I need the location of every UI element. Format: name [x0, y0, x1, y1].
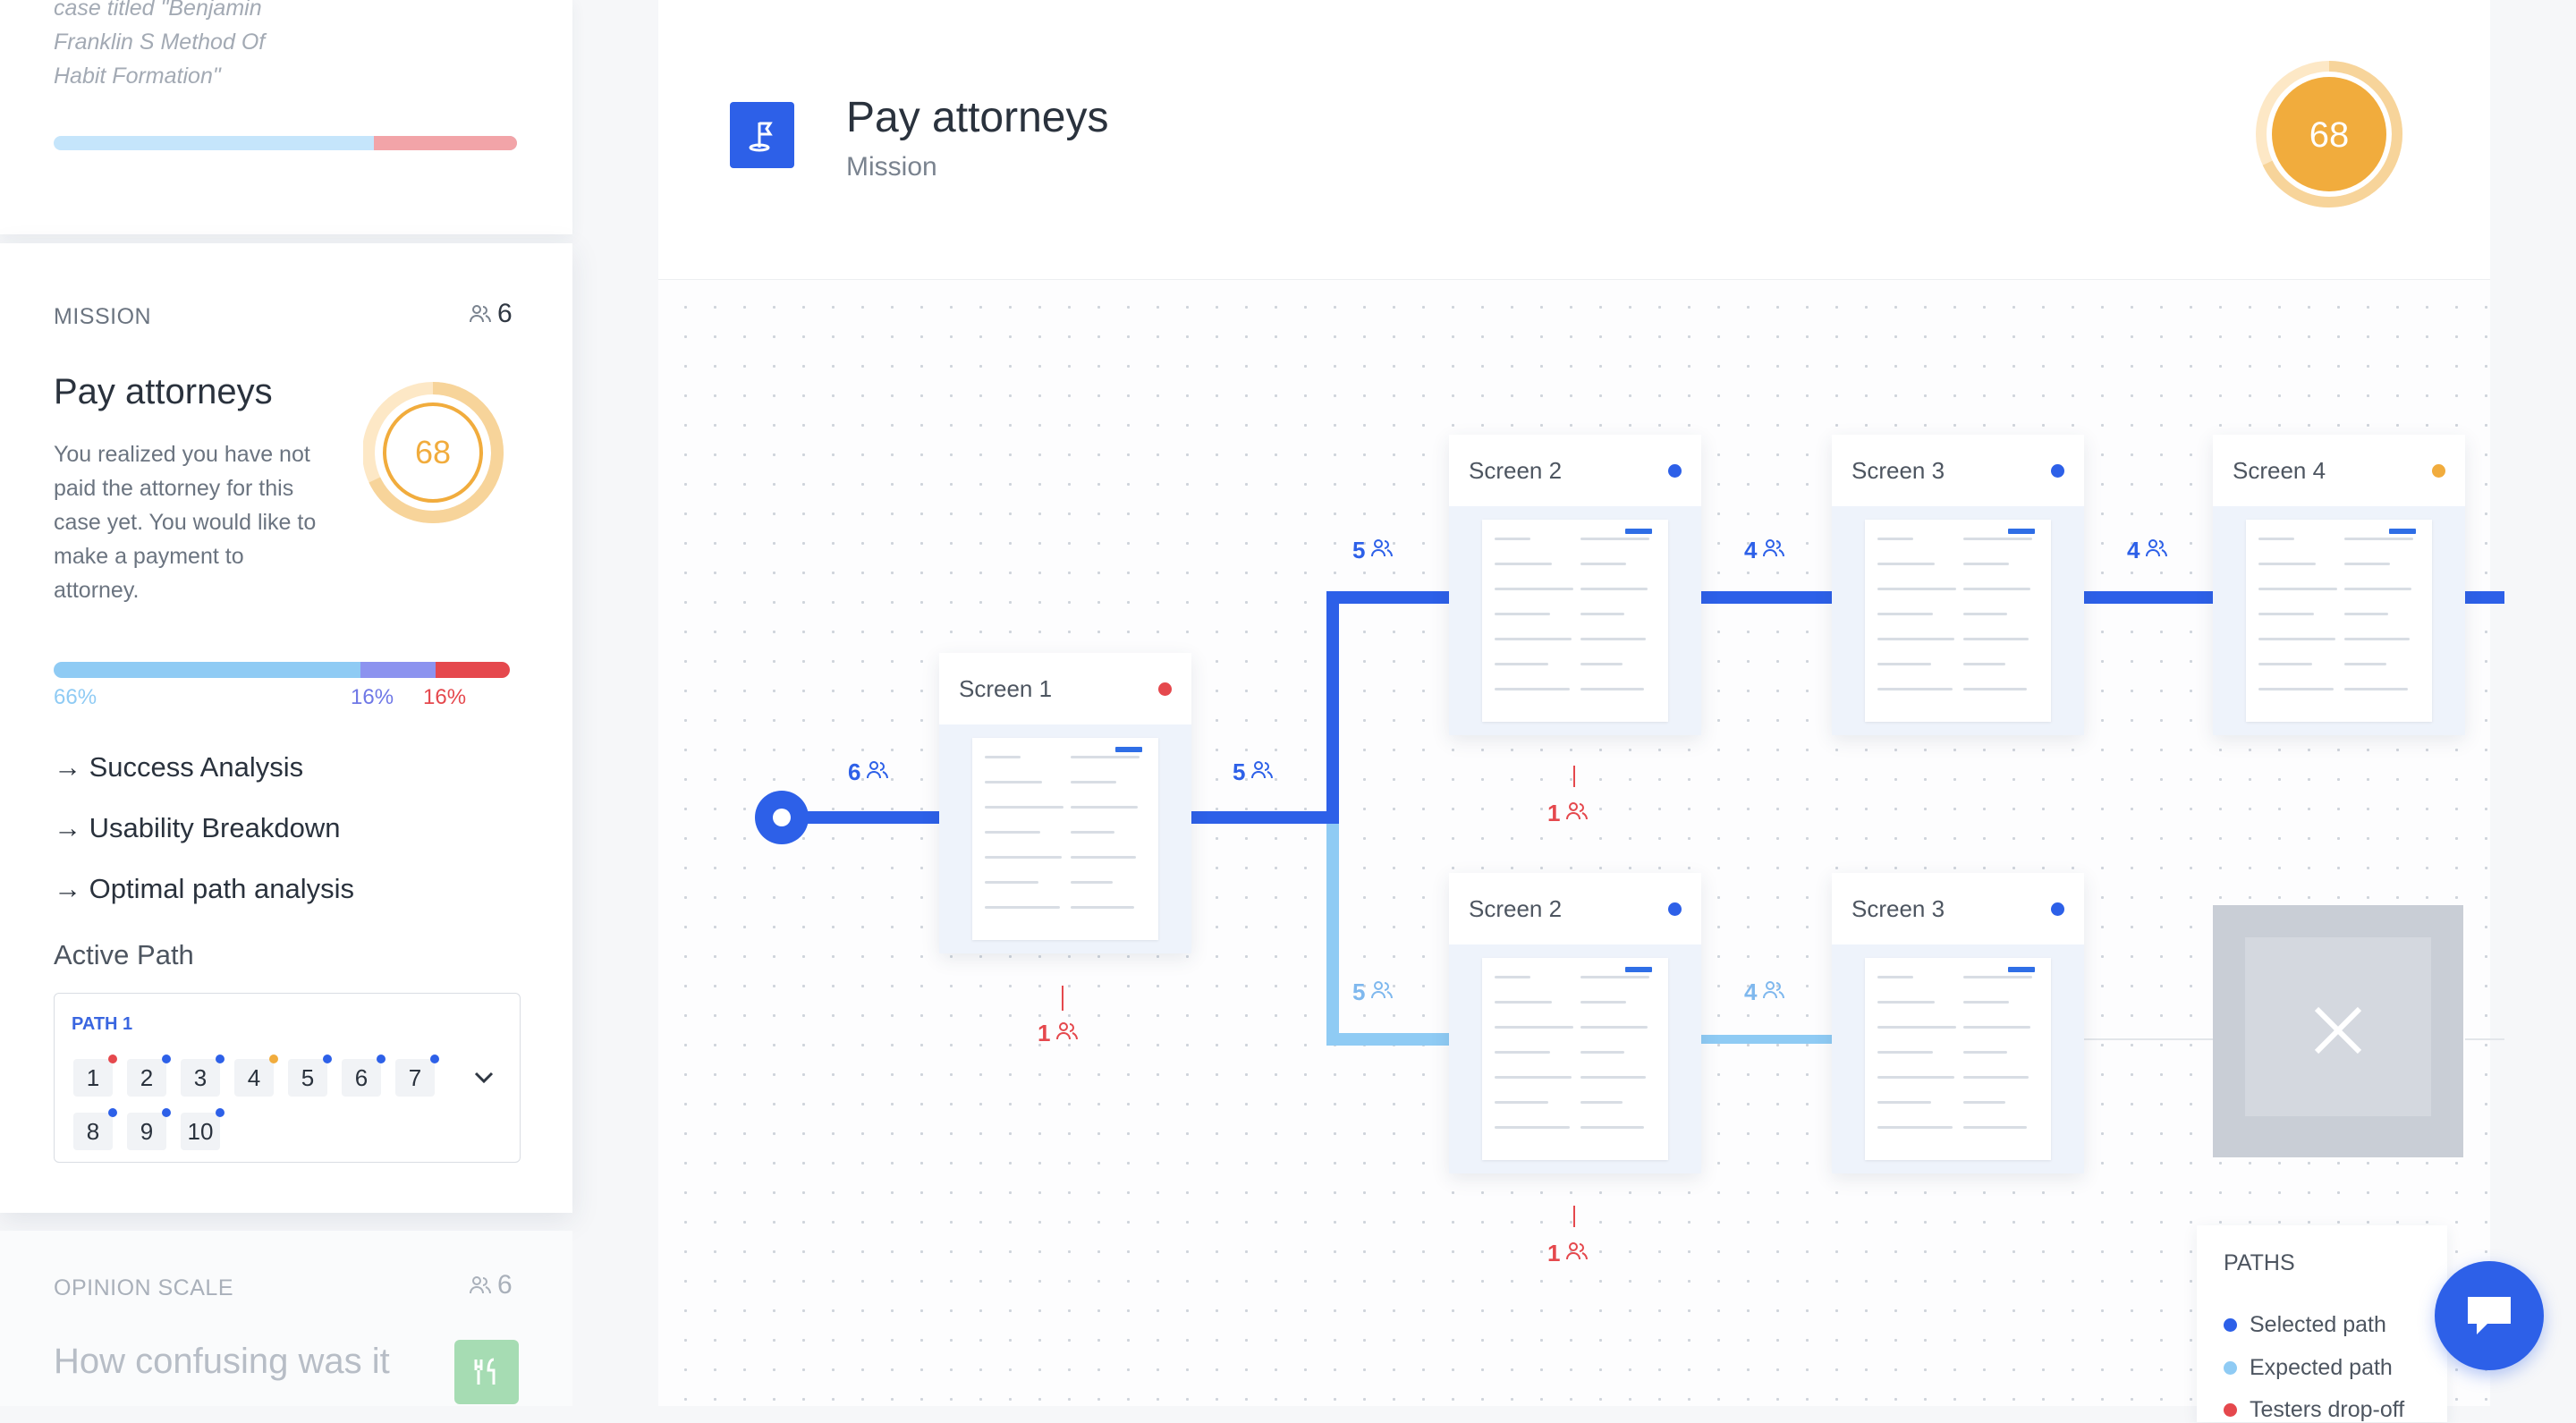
screen-card-header: Screen 2	[1449, 435, 1701, 506]
screen-thumbnail	[1482, 958, 1668, 1160]
screen-thumbnail-area	[939, 724, 1191, 953]
screen-status-dot	[1158, 682, 1172, 696]
count-s1-out: 5	[1233, 758, 1274, 786]
screen-status-dot	[2432, 463, 2445, 478]
dropped-screen-card[interactable]	[2213, 905, 2463, 1157]
users-icon	[1370, 978, 1394, 1006]
screen-status-dot	[1668, 463, 1682, 478]
chat-button[interactable]	[2435, 1261, 2544, 1370]
screen-label: Screen 3	[1852, 894, 1945, 922]
path-s1-s2-lower	[1326, 824, 1449, 1046]
screen-card-s3b[interactable]: Screen 3	[1832, 873, 2084, 1173]
screen-thumbnail-area	[1449, 506, 1701, 735]
screen-thumbnail-area	[1832, 506, 2084, 735]
screen-thumbnail	[972, 738, 1158, 940]
legend-dropoff: Testers drop-off	[2224, 1397, 2404, 1423]
screen-status-dot	[2051, 463, 2064, 478]
screen-card-header: Screen 1	[939, 653, 1191, 724]
screen-card-s2a[interactable]: Screen 2	[1449, 435, 1701, 735]
count-drop-s1: 1	[1038, 1020, 1079, 1047]
count-s3a-s4a: 4	[2127, 537, 2168, 564]
legend-expected-path: Expected path	[2224, 1355, 2393, 1381]
legend-selected-path: Selected path	[2224, 1312, 2386, 1338]
screen-card-header: Screen 2	[1449, 873, 1701, 944]
count-drop-s2b: 1	[1547, 1240, 1589, 1267]
users-icon	[1565, 1240, 1589, 1267]
path-s1-s2-upper	[1190, 591, 1449, 824]
screen-label: Screen 2	[1469, 456, 1563, 484]
screen-label: Screen 3	[1852, 456, 1945, 484]
chat-icon	[2468, 1297, 2511, 1334]
count-s2b-s3b: 4	[1744, 978, 1785, 1006]
count-s2a-s3a: 4	[1744, 537, 1785, 564]
count-lower-branch: 5	[1352, 978, 1394, 1006]
screen-status-dot	[2051, 902, 2064, 916]
screen-card-header: Screen 3	[1832, 873, 2084, 944]
users-icon	[1370, 537, 1394, 564]
screen-label: Screen 4	[2233, 456, 2326, 484]
screen-thumbnail-area	[2213, 506, 2465, 735]
screen-thumbnail-area	[1832, 944, 2084, 1173]
screen-thumbnail	[1865, 520, 2051, 722]
screen-card-s1[interactable]: Screen 1	[939, 653, 1191, 953]
users-icon	[1565, 800, 1589, 827]
flow-paths	[755, 591, 2504, 1227]
screen-status-dot	[1668, 902, 1682, 916]
screen-thumbnail	[2246, 520, 2432, 722]
legend-dot	[2224, 1361, 2237, 1375]
close-icon	[2314, 1006, 2362, 1055]
legend-title: PATHS	[2224, 1250, 2295, 1275]
users-icon	[1762, 537, 1785, 564]
legend-dot	[2224, 1403, 2237, 1417]
screen-card-s4a[interactable]: Screen 4	[2213, 435, 2465, 735]
count-drop-s2a: 1	[1547, 800, 1589, 827]
users-icon	[1250, 758, 1274, 786]
screen-label: Screen 2	[1469, 894, 1563, 922]
screen-card-header: Screen 3	[1832, 435, 2084, 506]
count-upper-branch: 5	[1352, 537, 1394, 564]
screen-card-header: Screen 4	[2213, 435, 2465, 506]
users-icon	[1762, 978, 1785, 1006]
screen-card-s2b[interactable]: Screen 2	[1449, 873, 1701, 1173]
users-icon	[866, 758, 889, 786]
count-start: 6	[848, 758, 889, 786]
screen-label: Screen 1	[959, 674, 1053, 702]
screen-thumbnail	[1482, 520, 1668, 722]
screen-card-s3a[interactable]: Screen 3	[1832, 435, 2084, 735]
screen-thumbnail	[1865, 958, 2051, 1160]
legend-dot	[2224, 1318, 2237, 1332]
screen-thumbnail-area	[1449, 944, 1701, 1173]
users-icon	[1055, 1020, 1079, 1047]
users-icon	[2145, 537, 2168, 564]
